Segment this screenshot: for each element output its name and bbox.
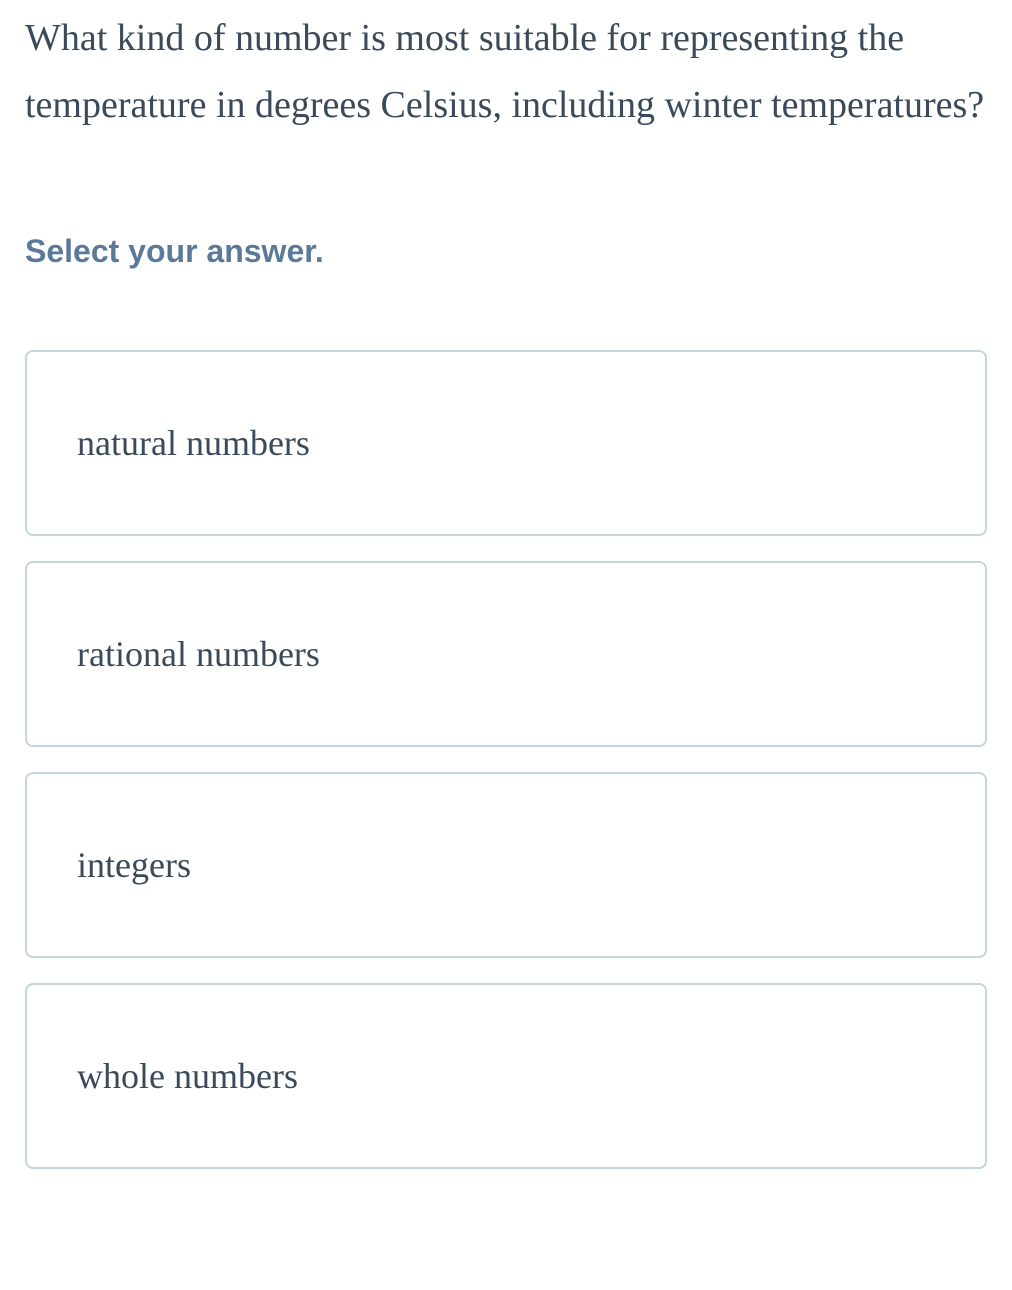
option-rational-numbers[interactable]: rational numbers bbox=[25, 561, 987, 747]
option-integers[interactable]: integers bbox=[25, 772, 987, 958]
option-label: natural numbers bbox=[77, 423, 310, 463]
option-label: rational numbers bbox=[77, 634, 320, 674]
option-label: integers bbox=[77, 845, 191, 885]
option-label: whole numbers bbox=[77, 1056, 298, 1096]
question-text: What kind of number is most suitable for… bbox=[25, 0, 987, 138]
option-whole-numbers[interactable]: whole numbers bbox=[25, 983, 987, 1169]
instruction-text: Select your answer. bbox=[25, 233, 987, 270]
option-natural-numbers[interactable]: natural numbers bbox=[25, 350, 987, 536]
options-list: natural numbers rational numbers integer… bbox=[25, 350, 987, 1169]
